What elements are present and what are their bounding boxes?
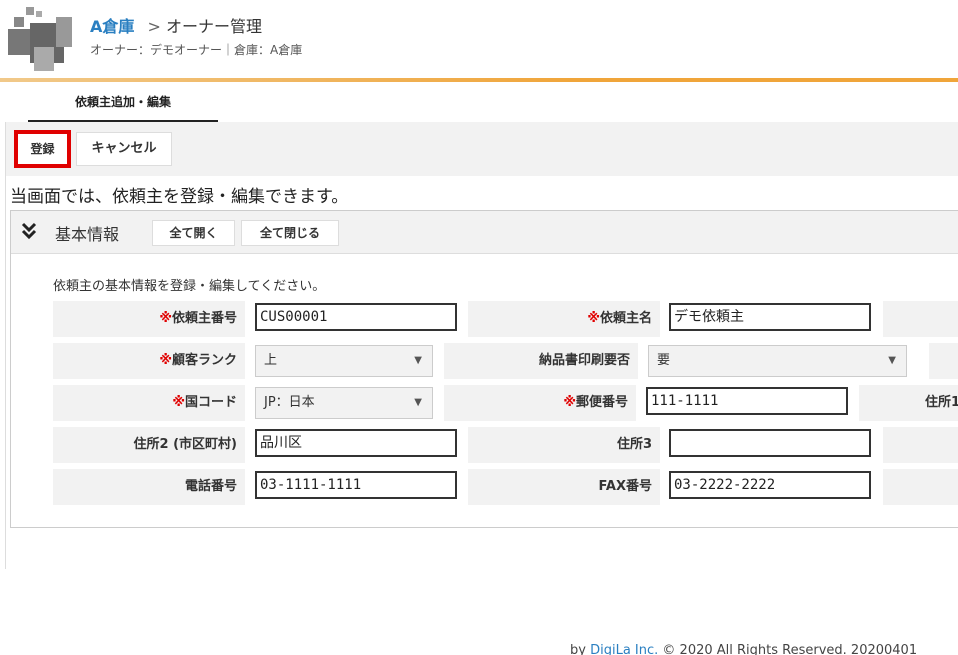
client-name-input[interactable]: デモ依頼主 bbox=[669, 303, 871, 331]
breadcrumb: A倉庫 > オーナー管理 bbox=[90, 13, 262, 37]
row4-extra-label bbox=[883, 427, 958, 463]
footer-brand-link[interactable]: DigiLa Inc. bbox=[590, 643, 658, 655]
tab-client-edit[interactable]: 依頼主追加・編集 bbox=[28, 92, 218, 122]
fax-label: FAX番号 bbox=[468, 469, 660, 505]
phone-input[interactable]: 03-1111-1111 bbox=[255, 471, 457, 499]
client-code-label-text: 依頼主番号 bbox=[171, 311, 237, 326]
required-mark: ※ bbox=[159, 311, 172, 326]
owner-warehouse-info: オーナー：デモオーナー｜倉庫：A倉庫 bbox=[90, 43, 303, 57]
customer-rank-label: ※顧客ランク bbox=[53, 343, 245, 379]
collapse-chevron-icon[interactable] bbox=[21, 221, 37, 241]
footer-prefix: by bbox=[570, 643, 586, 655]
section-header: 基本情報 全て開く 全て閉じる bbox=[11, 211, 958, 254]
phone-label: 電話番号 bbox=[53, 469, 245, 505]
page-description: 当画面では、依頼主を登録・編集できます。 bbox=[10, 187, 349, 207]
dropdown-arrow-icon: ▼ bbox=[888, 355, 896, 366]
basic-info-section: 基本情報 全て開く 全て閉じる 依頼主の基本情報を登録・編集してください。 ※依… bbox=[10, 210, 958, 528]
country-code-select[interactable]: JP：日本 ▼ bbox=[255, 387, 433, 419]
required-mark: ※ bbox=[172, 395, 185, 410]
register-button[interactable]: 登録 bbox=[14, 130, 71, 168]
postal-code-input[interactable]: 111-1111 bbox=[646, 387, 848, 415]
customer-rank-select[interactable]: 上 ▼ bbox=[255, 345, 433, 377]
cancel-button[interactable]: キャンセル bbox=[76, 132, 172, 166]
country-code-label: ※国コード bbox=[53, 385, 245, 421]
required-mark: ※ bbox=[587, 311, 600, 326]
row1-extra-label bbox=[883, 301, 958, 337]
footer: by DigiLa Inc. © 2020 All Rights Reserve… bbox=[570, 643, 917, 655]
client-code-input[interactable]: CUS00001 bbox=[255, 303, 457, 331]
address2-input[interactable]: 品川区 bbox=[255, 429, 457, 457]
country-code-value: JP：日本 bbox=[264, 395, 315, 410]
required-mark: ※ bbox=[563, 395, 576, 410]
postal-code-label: ※郵便番号 bbox=[444, 385, 636, 421]
section-description: 依頼主の基本情報を登録・編集してください。 bbox=[53, 279, 326, 294]
delivery-print-value: 要 bbox=[657, 353, 671, 368]
section-title: 基本情報 bbox=[55, 225, 120, 244]
address3-label: 住所3 bbox=[468, 427, 660, 463]
footer-copyright: © 2020 All Rights Reserved. 20200401 bbox=[662, 643, 918, 655]
dropdown-arrow-icon: ▼ bbox=[414, 355, 422, 366]
expand-all-button[interactable]: 全て開く bbox=[152, 220, 235, 246]
dropdown-arrow-icon: ▼ bbox=[414, 397, 422, 408]
client-name-label-text: 依頼主名 bbox=[599, 311, 652, 326]
client-code-label: ※依頼主番号 bbox=[53, 301, 245, 337]
address3-input[interactable] bbox=[669, 429, 871, 457]
client-name-label: ※依頼主名 bbox=[468, 301, 660, 337]
address1-label: 住所1 bbox=[859, 385, 958, 421]
customer-rank-label-text: 顧客ランク bbox=[171, 353, 237, 368]
breadcrumb-warehouse-link[interactable]: A倉庫 bbox=[90, 17, 134, 36]
country-code-label-text: 国コード bbox=[184, 395, 237, 410]
breadcrumb-separator: > bbox=[147, 17, 161, 36]
customer-rank-value: 上 bbox=[264, 353, 278, 368]
tab-bar: 依頼主追加・編集 bbox=[0, 82, 958, 122]
logo-icon bbox=[6, 7, 76, 71]
app-header: A倉庫 > オーナー管理 オーナー：デモオーナー｜倉庫：A倉庫 bbox=[0, 0, 958, 78]
breadcrumb-page: オーナー管理 bbox=[165, 17, 262, 36]
collapse-all-button[interactable]: 全て閉じる bbox=[241, 220, 339, 246]
row2-extra-label bbox=[929, 343, 958, 379]
fax-input[interactable]: 03-2222-2222 bbox=[669, 471, 871, 499]
main-content: 登録 キャンセル 当画面では、依頼主を登録・編集できます。 基本情報 全て開く … bbox=[5, 122, 958, 569]
address2-label: 住所2 (市区町村) bbox=[53, 427, 245, 463]
action-toolbar: 登録 キャンセル bbox=[6, 122, 958, 176]
postal-code-label-text: 郵便番号 bbox=[575, 395, 628, 410]
delivery-print-select[interactable]: 要 ▼ bbox=[648, 345, 907, 377]
delivery-print-label: 納品書印刷要否 bbox=[444, 343, 638, 379]
row5-extra-label bbox=[883, 469, 958, 505]
required-mark: ※ bbox=[159, 353, 172, 368]
